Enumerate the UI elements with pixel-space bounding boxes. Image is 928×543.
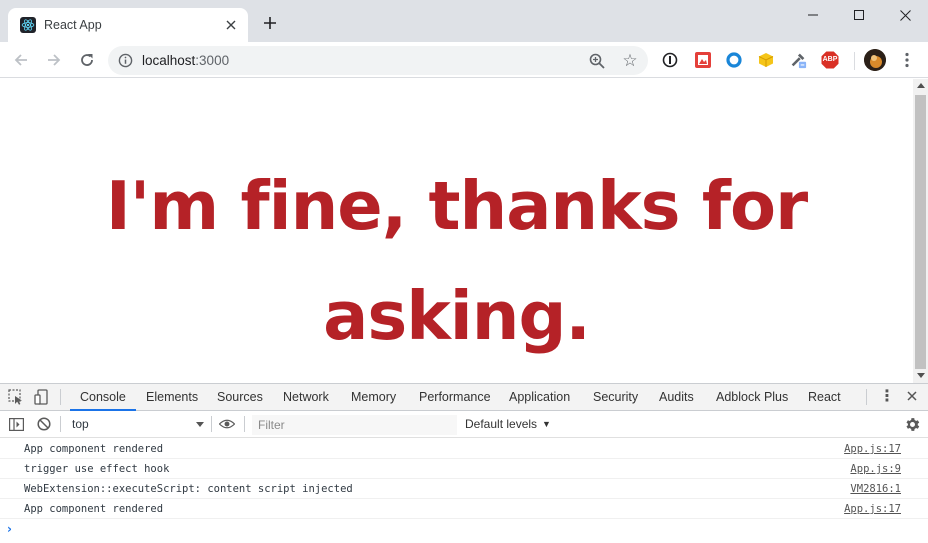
- tab-console[interactable]: Console: [80, 384, 126, 411]
- tab-application[interactable]: Application: [509, 384, 570, 411]
- react-logo-icon: [20, 17, 36, 33]
- console-message-text: App component rendered: [24, 443, 164, 455]
- tab-network[interactable]: Network: [283, 384, 329, 411]
- minimize-button[interactable]: [790, 0, 836, 30]
- console-toolbar-divider: [211, 416, 212, 432]
- inspect-element-icon[interactable]: [8, 389, 24, 405]
- zoom-icon[interactable]: [588, 52, 606, 70]
- devtools-tab-bar: Console Elements Sources Network Memory …: [0, 384, 928, 411]
- console-source-link[interactable]: App.js:9: [850, 459, 901, 479]
- devtools-panel: Console Elements Sources Network Memory …: [0, 383, 928, 543]
- tab-sources[interactable]: Sources: [217, 384, 263, 411]
- log-levels-label: Default levels: [465, 417, 538, 431]
- console-toolbar: top Default levels ▼: [0, 411, 928, 438]
- scroll-thumb[interactable]: [915, 95, 926, 369]
- console-settings-gear-icon[interactable]: [904, 416, 921, 433]
- console-source-link[interactable]: App.js:17: [844, 499, 901, 519]
- page-scrollbar[interactable]: [913, 79, 928, 383]
- heading-line-1: I'm fine, thanks for: [105, 167, 808, 245]
- console-message-text: trigger use effect hook: [24, 463, 170, 475]
- tab-elements[interactable]: Elements: [146, 384, 198, 411]
- info-icon[interactable]: [661, 51, 679, 69]
- forward-arrow-icon: [48, 54, 61, 66]
- close-window-button[interactable]: [882, 0, 928, 30]
- adblock-label: ABP: [822, 56, 838, 63]
- tab-adblock-plus[interactable]: Adblock Plus: [716, 384, 788, 411]
- console-source-link[interactable]: VM2816:1: [850, 479, 901, 499]
- back-button[interactable]: [8, 47, 34, 73]
- prompt-chevron-icon: ›: [7, 522, 12, 536]
- sidebar-toggle-icon[interactable]: [8, 416, 24, 432]
- device-toolbar-icon[interactable]: [34, 389, 50, 405]
- console-prompt[interactable]: ›: [0, 519, 928, 539]
- console-message: trigger use effect hook App.js:9: [0, 459, 928, 479]
- devtools-menu-icon[interactable]: ⋮: [879, 389, 895, 405]
- tab-memory[interactable]: Memory: [351, 384, 396, 411]
- image-extension-icon[interactable]: [694, 51, 712, 69]
- browser-tab[interactable]: React App: [8, 8, 248, 42]
- url-text[interactable]: localhost:3000: [142, 53, 229, 69]
- page-viewport: I'm fine, thanks for asking.: [0, 79, 913, 383]
- log-levels-dropdown[interactable]: Default levels ▼: [465, 411, 551, 438]
- browser-toolbar: localhost:3000 ☆ ABP: [0, 42, 928, 78]
- console-messages: App component rendered App.js:17 trigger…: [0, 439, 928, 539]
- page-heading: I'm fine, thanks for asking.: [0, 151, 913, 371]
- devtools-close-icon[interactable]: [904, 388, 920, 406]
- ring-extension-icon[interactable]: [725, 51, 743, 69]
- console-message: App component rendered App.js:17: [0, 499, 928, 519]
- eyedropper-extension-icon[interactable]: [789, 51, 807, 69]
- tab-performance[interactable]: Performance: [419, 384, 491, 411]
- back-arrow-icon: [14, 54, 27, 66]
- console-filter-input[interactable]: [252, 415, 457, 435]
- tab-title: React App: [44, 18, 102, 32]
- reload-icon: [81, 54, 93, 66]
- clear-console-icon[interactable]: [36, 416, 52, 432]
- browser-menu-icon[interactable]: [898, 51, 916, 69]
- tab-strip: React App: [0, 0, 928, 42]
- url-port: :3000: [195, 53, 230, 68]
- scroll-up-arrow-icon[interactable]: [917, 83, 925, 88]
- close-tab-icon[interactable]: [222, 16, 240, 34]
- context-value: top: [72, 417, 89, 431]
- cube-extension-icon[interactable]: [757, 51, 775, 69]
- bookmark-star-icon[interactable]: ☆: [620, 51, 640, 71]
- live-expression-eye-icon[interactable]: [219, 416, 235, 432]
- chevron-down-icon: [196, 422, 204, 427]
- adblock-plus-icon[interactable]: ABP: [821, 51, 839, 69]
- avatar[interactable]: [864, 49, 886, 71]
- reload-button[interactable]: [74, 47, 100, 73]
- console-toolbar-divider: [60, 416, 61, 432]
- new-tab-button[interactable]: [259, 12, 281, 34]
- caret-down-icon: ▼: [542, 419, 551, 429]
- devtools-divider: [866, 389, 867, 405]
- console-message-text: WebExtension::executeScript: content scr…: [24, 483, 353, 495]
- forward-button[interactable]: [41, 47, 67, 73]
- console-source-link[interactable]: App.js:17: [844, 439, 901, 459]
- devtools-divider: [60, 389, 61, 405]
- context-select[interactable]: top: [66, 415, 208, 434]
- tab-react[interactable]: React: [808, 384, 841, 411]
- console-message: App component rendered App.js:17: [0, 439, 928, 459]
- console-message: WebExtension::executeScript: content scr…: [0, 479, 928, 499]
- site-info-icon[interactable]: [118, 53, 133, 68]
- console-toolbar-divider: [244, 416, 245, 432]
- url-host: localhost: [142, 53, 196, 68]
- address-bar[interactable]: localhost:3000 ☆: [108, 46, 648, 75]
- heading-line-2: asking.: [323, 277, 591, 355]
- console-message-text: App component rendered: [24, 503, 164, 515]
- tab-security[interactable]: Security: [593, 384, 638, 411]
- tab-audits[interactable]: Audits: [659, 384, 694, 411]
- scroll-down-arrow-icon[interactable]: [917, 373, 925, 378]
- maximize-button[interactable]: [836, 0, 882, 30]
- toolbar-divider: [854, 52, 855, 70]
